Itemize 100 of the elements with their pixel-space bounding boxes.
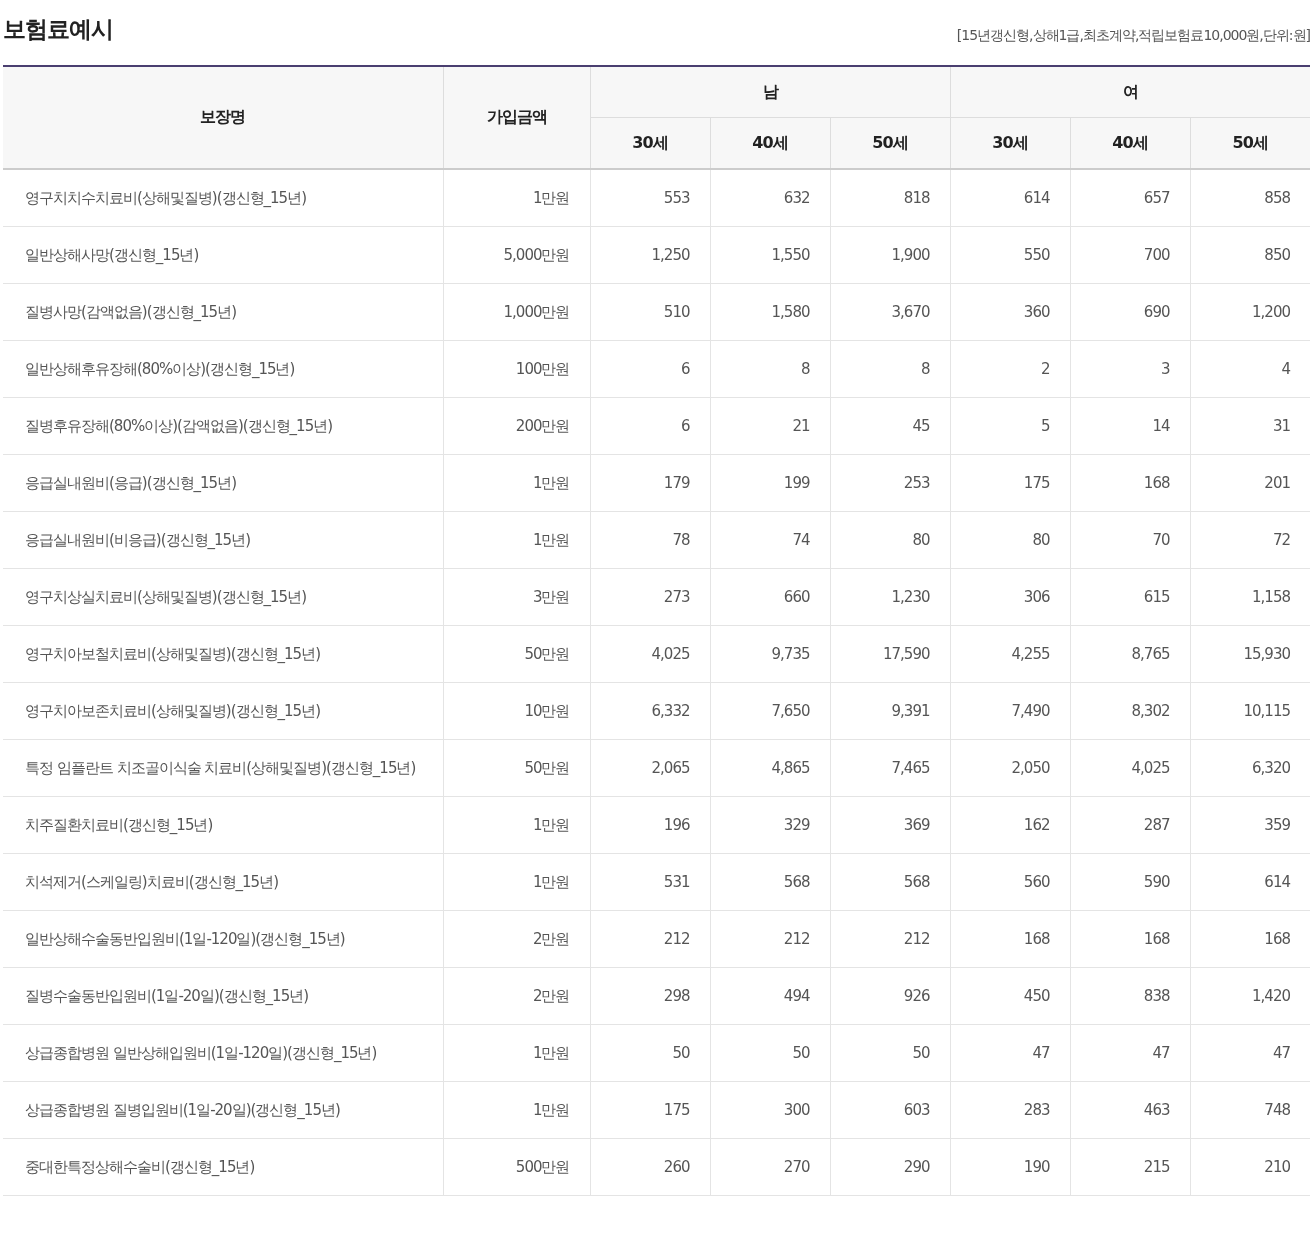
table-cell: 2만원: [443, 910, 590, 968]
table-cell: 질병사망(감액없음)(갱신형_15년): [3, 283, 443, 341]
table-cell: 80: [950, 511, 1070, 569]
table-cell: 1,200: [1190, 283, 1310, 341]
table-cell: 614: [950, 169, 1070, 227]
table-cell: 162: [950, 796, 1070, 854]
table-cell: 298: [590, 967, 710, 1025]
table-cell: 2,065: [590, 739, 710, 797]
table-cell: 질병후유장해(80%이상)(감액없음)(갱신형_15년): [3, 397, 443, 455]
page-title: 보험료예시: [3, 15, 113, 44]
table-cell: 190: [950, 1138, 1070, 1196]
table-cell: 응급실내원비(응급)(갱신형_15년): [3, 454, 443, 512]
table-cell: 상급종합병원 일반상해입원비(1일-120일)(갱신형_15년): [3, 1024, 443, 1082]
table-cell: 50: [830, 1024, 950, 1082]
table-cell: 영구치아보존치료비(상해및질병)(갱신형_15년): [3, 682, 443, 740]
table-cell: 838: [1070, 967, 1190, 1025]
table-cell: 영구치아보철치료비(상해및질병)(갱신형_15년): [3, 625, 443, 683]
table-cell: 47: [1070, 1024, 1190, 1082]
table-cell: 818: [830, 169, 950, 227]
table-cell: 70: [1070, 511, 1190, 569]
table-cell: 590: [1070, 853, 1190, 911]
table-cell: 47: [950, 1024, 1070, 1082]
table-cell: 중대한특정상해수술비(갱신형_15년): [3, 1138, 443, 1196]
table-cell: 270: [710, 1138, 830, 1196]
table-cell: 603: [830, 1081, 950, 1139]
table-cell: 6,320: [1190, 739, 1310, 797]
table-cell: 290: [830, 1138, 950, 1196]
table-cell: 175: [950, 454, 1070, 512]
table-cell: 5: [950, 397, 1070, 455]
table-cell: 영구치치수치료비(상해및질병)(갱신형_15년): [3, 169, 443, 227]
table-cell: 212: [710, 910, 830, 968]
table-note: [15년갱신형,상해1급,최초계약,적립보험료10,000원,단위:원]: [956, 27, 1310, 45]
table-cell: 8: [710, 340, 830, 398]
group-header: 남: [590, 66, 950, 118]
table-cell: 568: [710, 853, 830, 911]
table-cell: 1만원: [443, 511, 590, 569]
column-header: 30세: [590, 117, 710, 169]
table-cell: 700: [1070, 226, 1190, 284]
table-cell: 일반상해후유장해(80%이상)(갱신형_15년): [3, 340, 443, 398]
column-header: 50세: [830, 117, 950, 169]
table-cell: 1,000만원: [443, 283, 590, 341]
table-cell: 15,930: [1190, 625, 1310, 683]
table-cell: 215: [1070, 1138, 1190, 1196]
table-cell: 8,302: [1070, 682, 1190, 740]
table-cell: 50: [710, 1024, 830, 1082]
table-cell: 50만원: [443, 625, 590, 683]
table-cell: 858: [1190, 169, 1310, 227]
table-cell: 632: [710, 169, 830, 227]
table-cell: 212: [590, 910, 710, 968]
table-cell: 10,115: [1190, 682, 1310, 740]
table-cell: 3: [1070, 340, 1190, 398]
column-header: 40세: [1070, 117, 1190, 169]
table-cell: 510: [590, 283, 710, 341]
table-cell: 1,250: [590, 226, 710, 284]
table-cell: 1,158: [1190, 568, 1310, 626]
table-cell: 500만원: [443, 1138, 590, 1196]
table-cell: 450: [950, 967, 1070, 1025]
table-cell: 14: [1070, 397, 1190, 455]
column-header: 40세: [710, 117, 830, 169]
table-cell: 283: [950, 1081, 1070, 1139]
table-cell: 7,465: [830, 739, 950, 797]
table-cell: 6: [590, 340, 710, 398]
table-cell: 329: [710, 796, 830, 854]
table-cell: 50: [590, 1024, 710, 1082]
table-cell: 4,025: [590, 625, 710, 683]
table-cell: 4,865: [710, 739, 830, 797]
table-cell: 45: [830, 397, 950, 455]
table-cell: 1,420: [1190, 967, 1310, 1025]
table-cell: 질병수술동반입원비(1일-20일)(갱신형_15년): [3, 967, 443, 1025]
table-cell: 21: [710, 397, 830, 455]
table-cell: 210: [1190, 1138, 1310, 1196]
table-cell: 7,490: [950, 682, 1070, 740]
table-cell: 553: [590, 169, 710, 227]
table-cell: 1만원: [443, 169, 590, 227]
table-cell: 50만원: [443, 739, 590, 797]
table-cell: 6: [590, 397, 710, 455]
table-cell: 8: [830, 340, 950, 398]
column-header: 가입금액: [443, 66, 590, 169]
table-cell: 일반상해수술동반입원비(1일-120일)(갱신형_15년): [3, 910, 443, 968]
table-cell: 201: [1190, 454, 1310, 512]
table-cell: 1만원: [443, 454, 590, 512]
table-cell: 2,050: [950, 739, 1070, 797]
table-cell: 3만원: [443, 568, 590, 626]
table-cell: 560: [950, 853, 1070, 911]
table-cell: 1만원: [443, 796, 590, 854]
table-cell: 특정 임플란트 치조골이식술 치료비(상해및질병)(갱신형_15년): [3, 739, 443, 797]
table-cell: 상급종합병원 질병입원비(1일-20일)(갱신형_15년): [3, 1081, 443, 1139]
column-header: 30세: [950, 117, 1070, 169]
table-cell: 일반상해사망(갱신형_15년): [3, 226, 443, 284]
table-cell: 359: [1190, 796, 1310, 854]
table-cell: 615: [1070, 568, 1190, 626]
table-cell: 273: [590, 568, 710, 626]
table-cell: 1,900: [830, 226, 950, 284]
table-cell: 200만원: [443, 397, 590, 455]
column-header: 50세: [1190, 117, 1310, 169]
table-cell: 568: [830, 853, 950, 911]
table-cell: 31: [1190, 397, 1310, 455]
table-cell: 9,391: [830, 682, 950, 740]
table-cell: 4,255: [950, 625, 1070, 683]
table-cell: 199: [710, 454, 830, 512]
